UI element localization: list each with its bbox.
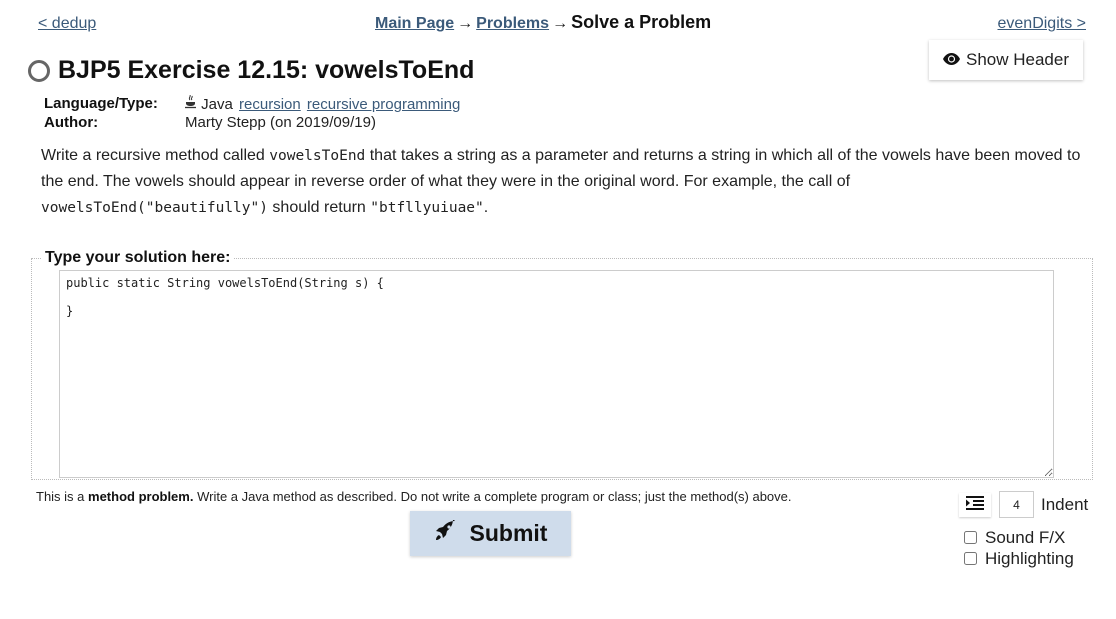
sound-fx-label: Sound F/X — [985, 528, 1066, 547]
breadcrumb-problems[interactable]: Problems — [476, 15, 549, 32]
rocket-icon — [434, 518, 456, 548]
description-text: should return — [267, 199, 371, 216]
sound-fx-option[interactable]: Sound F/X — [964, 527, 1074, 548]
page-title: BJP5 Exercise 12.15: vowelsToEnd — [58, 56, 475, 84]
language-value: Java recursion recursive programming — [185, 94, 460, 114]
indent-button[interactable] — [959, 492, 991, 517]
description-code: vowelsToEnd("beautifully") — [41, 200, 268, 216]
hint-bold: method problem. — [88, 489, 194, 504]
highlighting-checkbox[interactable] — [964, 552, 977, 565]
indent-icon — [966, 496, 984, 513]
tag-link[interactable]: recursive programming — [307, 96, 460, 113]
submit-button[interactable]: Submit — [410, 511, 571, 556]
highlighting-label: Highlighting — [985, 549, 1074, 568]
breadcrumb-current: Solve a Problem — [571, 12, 712, 32]
code-editor[interactable] — [59, 270, 1054, 478]
problem-description: Write a recursive method called vowelsTo… — [41, 143, 1081, 221]
eye-icon — [942, 50, 960, 70]
unsolved-circle-icon — [28, 59, 50, 82]
hint-text: Write a Java method as described. Do not… — [193, 489, 792, 504]
indent-size-input[interactable] — [999, 491, 1034, 518]
breadcrumb-separator: → — [457, 15, 474, 32]
description-text: . — [483, 199, 489, 216]
language-label: Language/Type: — [44, 95, 158, 112]
solution-legend: Type your solution here: — [45, 249, 231, 266]
breadcrumb-separator: → — [552, 15, 569, 32]
breadcrumb: Main Page → Problems → Solve a Problem — [375, 12, 711, 33]
author-label: Author: — [44, 114, 99, 131]
next-problem-link[interactable]: evenDigits > — [998, 15, 1087, 33]
description-code: "btfllyuiuae" — [370, 200, 484, 216]
indent-settings: Indent — [959, 491, 1088, 518]
author-value: Marty Stepp (on 2019/09/19) — [185, 114, 376, 131]
submit-label: Submit — [469, 520, 548, 546]
tag-link[interactable]: recursion — [239, 96, 301, 113]
hint-text: This is a — [36, 489, 89, 504]
show-header-label: Show Header — [965, 50, 1069, 69]
editor-options: Sound F/X Highlighting — [964, 527, 1074, 569]
indent-label: Indent — [1041, 494, 1089, 514]
previous-problem-link[interactable]: < dedup — [38, 15, 96, 33]
breadcrumb-main-page[interactable]: Main Page — [375, 15, 454, 32]
java-cup-icon — [185, 94, 201, 113]
description-code: vowelsToEnd — [269, 148, 366, 164]
method-problem-hint: This is a method problem. Write a Java m… — [36, 489, 792, 504]
description-text: Write a recursive method called — [41, 147, 270, 164]
problem-title-row: BJP5 Exercise 12.15: vowelsToEnd — [28, 56, 474, 85]
sound-fx-checkbox[interactable] — [964, 531, 977, 544]
highlighting-option[interactable]: Highlighting — [964, 548, 1074, 569]
language-name: Java — [201, 96, 233, 113]
show-header-button[interactable]: Show Header — [929, 40, 1083, 80]
top-navigation: < dedup Main Page → Problems → Solve a Probl… — [0, 12, 1116, 36]
problem-meta: Language/Type: Java recursion recursive … — [44, 94, 460, 132]
